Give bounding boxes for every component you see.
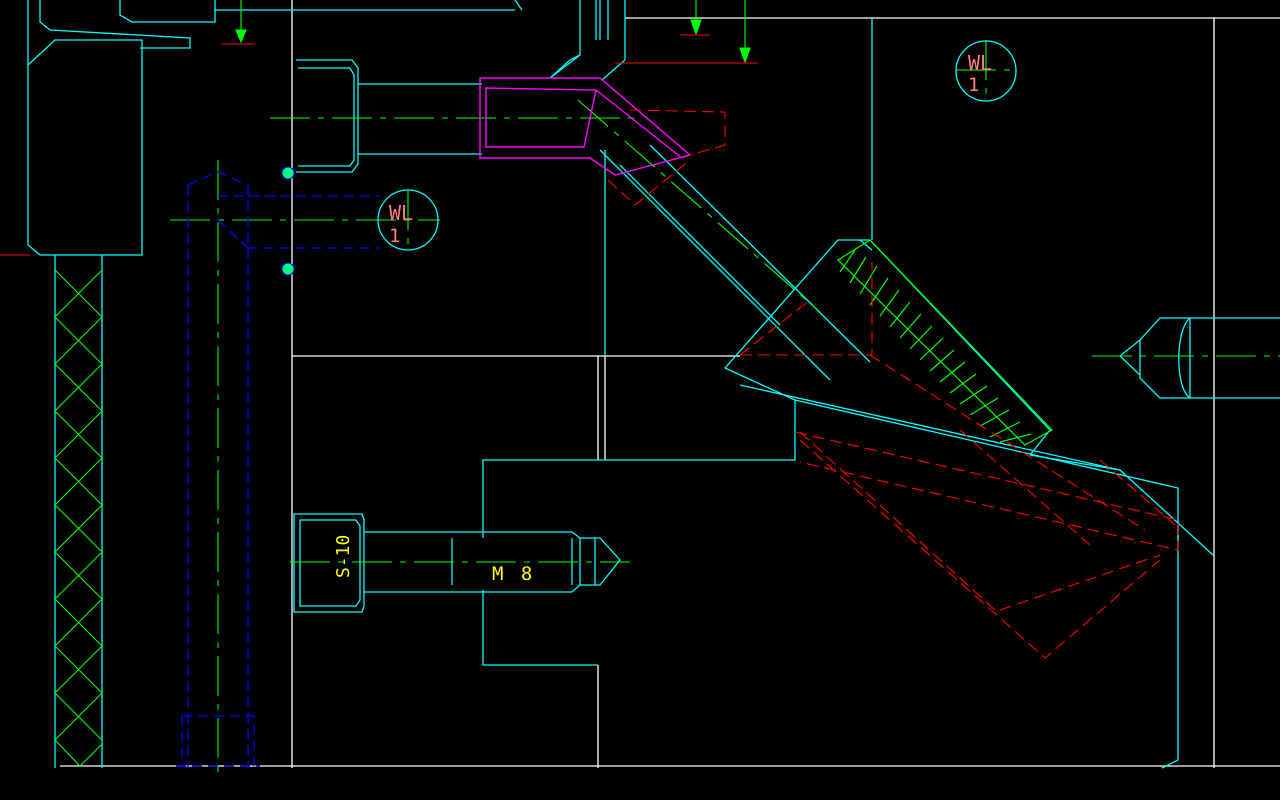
red-dimension-lines: [0, 34, 758, 256]
plate-outlines: [60, 0, 1280, 768]
wl-tag-left-line1: WL: [389, 201, 413, 225]
cyan-geometry: [27, 0, 1280, 769]
centerlines: [170, 40, 1280, 775]
wl-tag-left-line2: 1: [389, 225, 400, 247]
left-hatch-strip: [54, 269, 103, 767]
hidden-lines-blue: [176, 171, 380, 768]
screw-head-size-label: S-10: [333, 535, 354, 578]
dimension-arrows: [235, 0, 751, 64]
cad-drawing-canvas[interactable]: WL 1 WL 1 S-10 M 8: [0, 0, 1280, 800]
wl-tag-upper-right-line2: 1: [968, 74, 979, 96]
wl-tag-upper-right-line1: WL: [968, 51, 992, 75]
magenta-sleeve: [479, 77, 692, 176]
hidden-lines-red: [607, 109, 1179, 659]
grip-handle-bottom[interactable]: [281, 262, 295, 276]
grip-handle-top[interactable]: [281, 166, 295, 180]
thread-callout-label: M 8: [492, 563, 535, 585]
